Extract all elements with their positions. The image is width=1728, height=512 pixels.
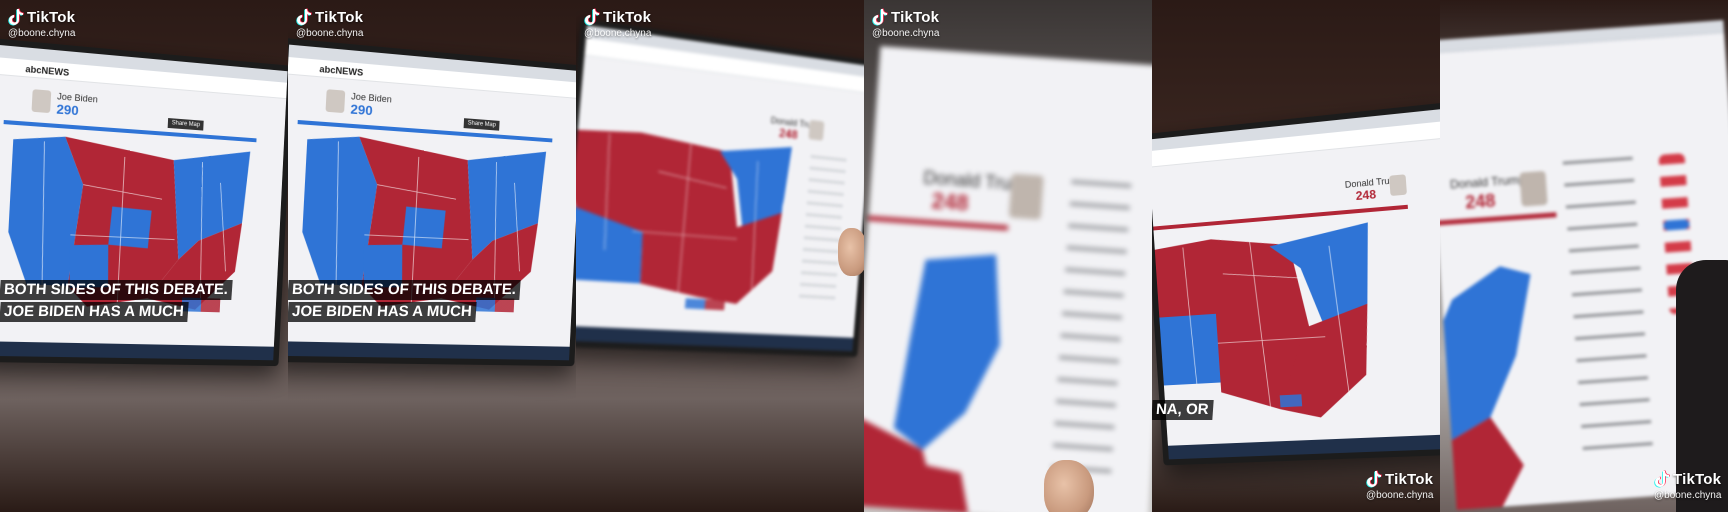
candidate-photo-icon — [325, 89, 346, 114]
tiktok-username: @boone.chyna — [296, 28, 364, 39]
tiktok-watermark: TikTok @boone.chyna — [8, 8, 76, 40]
red-bar — [1440, 212, 1557, 226]
caption-line-1: BOTH SIDES OF THIS DEBATE. — [288, 280, 521, 300]
hand — [838, 228, 864, 276]
electoral-count: 248 — [930, 188, 970, 216]
frame-2: abcNEWS Joe Biden 290 Share Map BOTH SID… — [288, 0, 576, 512]
electoral-count: 248 — [1355, 187, 1377, 204]
screen: Donald Trump 248 — [576, 25, 864, 352]
candidate-name: Donald Trump — [1449, 172, 1526, 192]
tiktok-brand: TikTok — [315, 8, 364, 26]
frame-4: Donald Trump 248 TikTok @boone.chyna — [864, 0, 1152, 512]
tiktok-logo-icon — [296, 8, 312, 26]
tiktok-username: @boone.chyna — [1366, 490, 1434, 501]
colorado-blue — [402, 206, 446, 249]
frame-6: Donald Trump 248 — [1440, 0, 1728, 512]
tiktok-username: @boone.chyna — [872, 28, 940, 39]
tiktok-logo-icon — [1654, 470, 1670, 488]
candidate-photo-icon — [31, 89, 52, 114]
colorado-blue — [108, 206, 152, 249]
caption: BOTH SIDES OF THIS DEBATE. JOE BIDEN HAS… — [0, 280, 233, 324]
side-list — [798, 154, 847, 303]
candidate-photo-icon — [808, 119, 825, 141]
tiktok-brand: TikTok — [1385, 470, 1434, 488]
share-map-button[interactable]: Share Map — [167, 118, 205, 131]
legend — [1279, 393, 1325, 408]
monitor: Donald Trump 248 — [576, 18, 864, 358]
electoral-count: 290 — [350, 101, 374, 119]
electoral-count: 290 — [56, 101, 80, 119]
taskbar — [0, 341, 274, 361]
red-bar — [868, 215, 1009, 231]
caption-line-2: JOE BIDEN HAS A MUCH — [0, 302, 189, 322]
tiktok-username: @boone.chyna — [584, 28, 652, 39]
side-list — [1050, 179, 1132, 484]
tiktok-brand: TikTok — [1673, 470, 1722, 488]
taskbar — [1167, 433, 1440, 460]
tiktok-username: @boone.chyna — [8, 28, 76, 39]
taskbar — [576, 325, 854, 352]
east-coast-blue — [1443, 266, 1531, 441]
east-coast-blue — [893, 254, 1000, 451]
electoral-count: 248 — [778, 126, 799, 142]
hand — [1044, 460, 1094, 512]
share-map-button[interactable]: Share Map — [463, 118, 500, 131]
tiktok-watermark: TikTok @boone.chyna — [584, 8, 652, 40]
candidate-photo-icon — [1389, 174, 1407, 197]
electoral-count: 248 — [1464, 190, 1497, 213]
taskbar — [288, 341, 570, 361]
screen-closeup: Donald Trump 248 — [864, 46, 1152, 512]
tiktok-brand: TikTok — [603, 8, 652, 26]
frame-1: abcNEWS Joe Biden 290 Share Map BOTH SID… — [0, 0, 288, 512]
tiktok-username: @boone.chyna — [1654, 490, 1722, 501]
caption-line-1: NA, OR — [1152, 400, 1214, 420]
tiktok-logo-icon — [1366, 470, 1382, 488]
tiktok-logo-icon — [584, 8, 600, 26]
caption: NA, OR — [1152, 400, 1214, 422]
candidate-photo-icon — [1519, 170, 1548, 207]
tiktok-watermark-corner: TikTok @boone.chyna — [1366, 470, 1434, 502]
caption-line-1: BOTH SIDES OF THIS DEBATE. — [0, 280, 233, 300]
electoral-map-closeup — [1443, 266, 1531, 510]
tiktok-watermark: TikTok @boone.chyna — [872, 8, 940, 40]
tiktok-logo-icon — [872, 8, 888, 26]
legend — [684, 298, 725, 311]
frame-3: Donald Trump 248 TikTok @boone.chyna — [576, 0, 864, 512]
toggle-switch-icon[interactable] — [1663, 218, 1690, 231]
tiktok-watermark-corner: TikTok @boone.chyna — [1654, 470, 1722, 502]
candidate-photo-icon — [1008, 173, 1044, 220]
caption: BOTH SIDES OF THIS DEBATE. JOE BIDEN HAS… — [288, 280, 521, 324]
tiktok-frame-strip: abcNEWS Joe Biden 290 Share Map BOTH SID… — [0, 0, 1728, 512]
tiktok-brand: TikTok — [27, 8, 76, 26]
frame-5: Donald Trump 248 NA, OR — [1152, 0, 1440, 512]
tiktok-logo-icon — [8, 8, 24, 26]
colorado-blue — [1159, 313, 1221, 386]
tiktok-brand: TikTok — [891, 8, 940, 26]
browser-bar — [1440, 20, 1725, 55]
electoral-map-closeup — [864, 254, 1000, 512]
caption-line-2: JOE BIDEN HAS A MUCH — [288, 302, 477, 322]
tiktok-watermark: TikTok @boone.chyna — [296, 8, 364, 40]
electoral-map — [576, 125, 792, 306]
